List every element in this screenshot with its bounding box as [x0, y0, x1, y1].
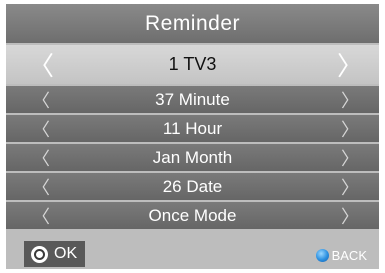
row-mode-value: Once Mode [148, 205, 237, 225]
chevron-right-icon[interactable]: 〉 [337, 45, 363, 84]
chevron-right-icon[interactable]: 〉 [341, 115, 359, 142]
row-date[interactable]: 〈 26 Date 〉 [6, 173, 379, 200]
panel-title: Reminder [6, 4, 379, 43]
chevron-right-icon[interactable]: 〉 [341, 173, 359, 200]
ok-label: OK [54, 245, 78, 262]
chevron-left-icon[interactable]: 〈 [32, 202, 50, 229]
row-hour[interactable]: 〈 11 Hour 〉 [6, 115, 379, 142]
footer-bar: OK BACK [6, 237, 379, 269]
chevron-right-icon[interactable]: 〉 [341, 202, 359, 229]
row-minute-value: 37 Minute [155, 89, 230, 109]
chevron-left-icon[interactable]: 〈 [32, 86, 50, 113]
row-channel-value: 1 TV3 [168, 54, 217, 74]
blue-circle-icon [315, 248, 329, 262]
chevron-right-icon[interactable]: 〉 [341, 144, 359, 171]
row-mode[interactable]: 〈 Once Mode 〉 [6, 202, 379, 229]
reminder-panel: Reminder 〈 1 TV3 〉 〈 37 Minute 〉 〈 11 Ho… [6, 4, 379, 269]
row-month[interactable]: 〈 Jan Month 〉 [6, 144, 379, 171]
ok-circle-icon [31, 245, 48, 263]
chevron-left-icon[interactable]: 〈 [28, 45, 54, 84]
chevron-left-icon[interactable]: 〈 [32, 173, 50, 200]
row-month-value: Jan Month [152, 147, 233, 167]
row-date-value: 26 Date [162, 176, 223, 196]
back-label: BACK [331, 247, 367, 263]
row-hour-value: 11 Hour [162, 118, 223, 138]
row-channel[interactable]: 〈 1 TV3 〉 [6, 45, 379, 84]
setting-rows: 〈 1 TV3 〉 〈 37 Minute 〉 〈 11 Hour 〉 〈 Ja… [6, 45, 379, 231]
ok-button[interactable]: OK [24, 241, 85, 267]
chevron-left-icon[interactable]: 〈 [32, 144, 50, 171]
chevron-right-icon[interactable]: 〉 [341, 86, 359, 113]
back-button[interactable]: BACK [315, 246, 367, 264]
row-minute[interactable]: 〈 37 Minute 〉 [6, 86, 379, 113]
chevron-left-icon[interactable]: 〈 [32, 115, 50, 142]
